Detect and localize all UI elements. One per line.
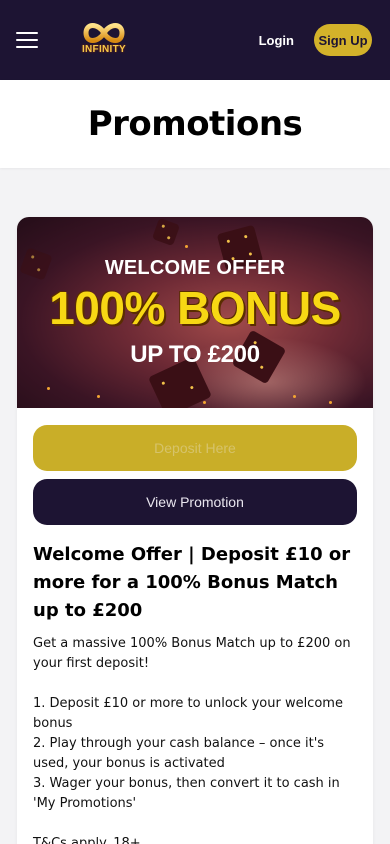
offer-intro: Get a massive 100% Bonus Match up to £20…: [33, 636, 351, 671]
banner-upto-text: UP TO £200: [130, 341, 260, 368]
promotion-card: WELCOME OFFER 100% BONUS UP TO £200 Depo…: [17, 217, 373, 844]
banner-welcome-text: WELCOME OFFER: [104, 257, 286, 279]
spark-decoration: [293, 395, 296, 398]
top-header: INFINITY Login Sign Up: [0, 0, 390, 80]
promo-details: Welcome Offer | Deposit £10 or more for …: [33, 541, 359, 844]
offer-heading: Welcome Offer | Deposit £10 or more for …: [33, 544, 351, 621]
banner-bonus-text: 100% BONUS: [49, 282, 341, 334]
terms-text: T&Cs apply. 18+.: [33, 836, 145, 844]
logo-text: INFINITY: [81, 44, 127, 55]
title-band: Promotions: [0, 80, 390, 168]
offer-step: 1. Deposit £10 or more to unlock your we…: [33, 696, 343, 731]
signup-button[interactable]: Sign Up: [314, 24, 372, 56]
view-promotion-button[interactable]: View Promotion: [33, 479, 357, 525]
spark-decoration: [47, 387, 50, 390]
dice-decoration: [151, 217, 181, 247]
spark-decoration: [203, 401, 206, 404]
spark-decoration: [329, 401, 332, 404]
deposit-here-button[interactable]: Deposit Here: [33, 425, 357, 471]
page-title: Promotions: [87, 104, 303, 144]
login-link[interactable]: Login: [259, 33, 294, 48]
hamburger-menu-icon[interactable]: [16, 32, 38, 48]
spark-decoration: [97, 395, 100, 398]
offer-step: 2. Play through your cash balance – once…: [33, 736, 325, 771]
offer-step: 3. Wager your bonus, then convert it to …: [33, 776, 340, 811]
spark-decoration: [185, 245, 188, 248]
infinity-logo[interactable]: INFINITY: [72, 18, 136, 62]
offer-steps: 1. Deposit £10 or more to unlock your we…: [33, 694, 359, 814]
promo-banner: WELCOME OFFER 100% BONUS UP TO £200: [17, 217, 373, 408]
